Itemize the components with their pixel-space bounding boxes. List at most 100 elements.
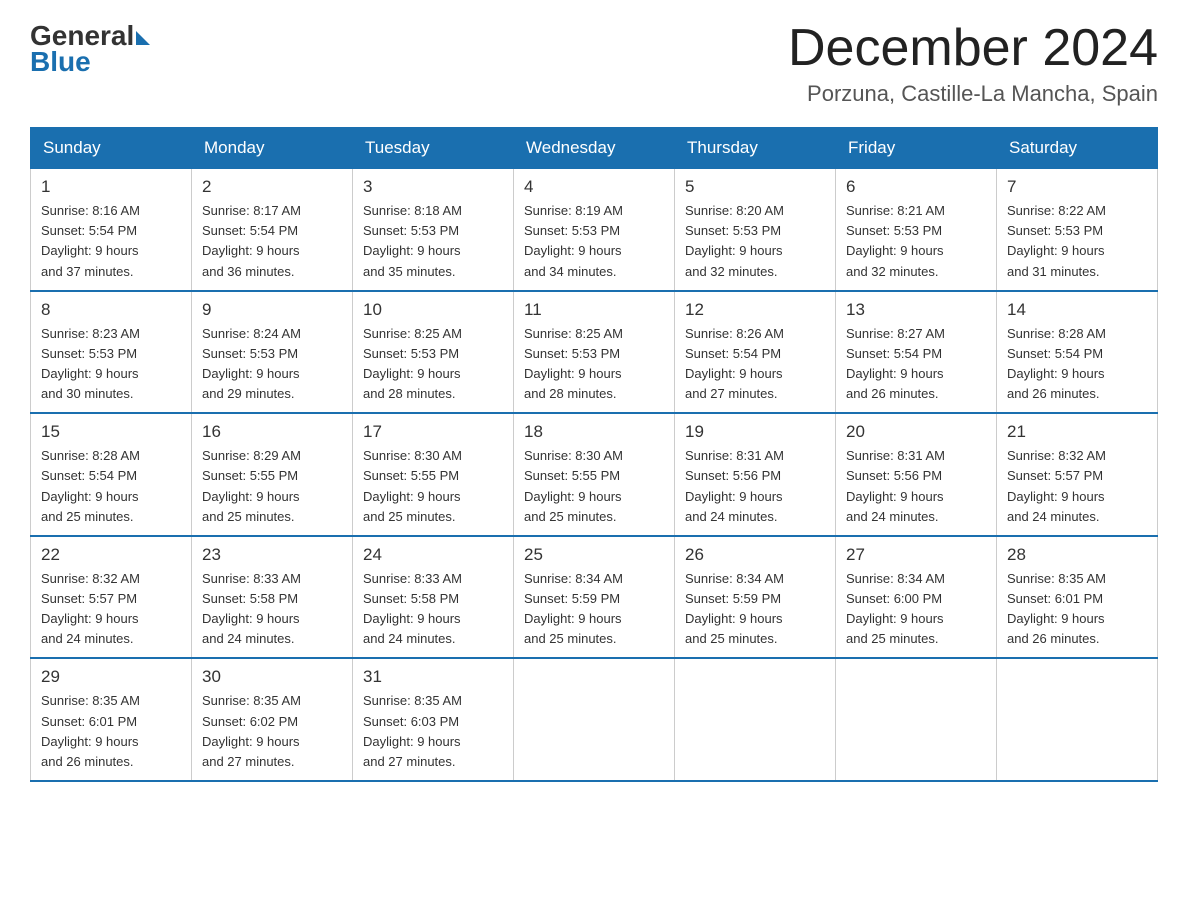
- day-number: 8: [41, 300, 181, 320]
- day-info: Sunrise: 8:34 AM Sunset: 6:00 PM Dayligh…: [846, 569, 986, 650]
- day-info: Sunrise: 8:17 AM Sunset: 5:54 PM Dayligh…: [202, 201, 342, 282]
- day-info: Sunrise: 8:19 AM Sunset: 5:53 PM Dayligh…: [524, 201, 664, 282]
- calendar-cell: 18 Sunrise: 8:30 AM Sunset: 5:55 PM Dayl…: [514, 413, 675, 536]
- calendar-cell: 8 Sunrise: 8:23 AM Sunset: 5:53 PM Dayli…: [31, 291, 192, 414]
- day-number: 23: [202, 545, 342, 565]
- day-info: Sunrise: 8:34 AM Sunset: 5:59 PM Dayligh…: [524, 569, 664, 650]
- day-number: 3: [363, 177, 503, 197]
- day-number: 5: [685, 177, 825, 197]
- day-info: Sunrise: 8:32 AM Sunset: 5:57 PM Dayligh…: [41, 569, 181, 650]
- calendar-cell: 20 Sunrise: 8:31 AM Sunset: 5:56 PM Dayl…: [836, 413, 997, 536]
- day-number: 12: [685, 300, 825, 320]
- calendar-cell: 10 Sunrise: 8:25 AM Sunset: 5:53 PM Dayl…: [353, 291, 514, 414]
- title-section: December 2024 Porzuna, Castille-La Manch…: [788, 20, 1158, 107]
- day-info: Sunrise: 8:22 AM Sunset: 5:53 PM Dayligh…: [1007, 201, 1147, 282]
- day-info: Sunrise: 8:33 AM Sunset: 5:58 PM Dayligh…: [363, 569, 503, 650]
- day-info: Sunrise: 8:23 AM Sunset: 5:53 PM Dayligh…: [41, 324, 181, 405]
- day-number: 11: [524, 300, 664, 320]
- day-number: 19: [685, 422, 825, 442]
- day-number: 27: [846, 545, 986, 565]
- day-info: Sunrise: 8:31 AM Sunset: 5:56 PM Dayligh…: [846, 446, 986, 527]
- calendar-cell: 12 Sunrise: 8:26 AM Sunset: 5:54 PM Dayl…: [675, 291, 836, 414]
- day-number: 6: [846, 177, 986, 197]
- calendar-cell: [514, 658, 675, 781]
- day-info: Sunrise: 8:35 AM Sunset: 6:02 PM Dayligh…: [202, 691, 342, 772]
- calendar-week-row: 15 Sunrise: 8:28 AM Sunset: 5:54 PM Dayl…: [31, 413, 1158, 536]
- day-number: 22: [41, 545, 181, 565]
- day-info: Sunrise: 8:28 AM Sunset: 5:54 PM Dayligh…: [41, 446, 181, 527]
- calendar-cell: 30 Sunrise: 8:35 AM Sunset: 6:02 PM Dayl…: [192, 658, 353, 781]
- day-info: Sunrise: 8:30 AM Sunset: 5:55 PM Dayligh…: [524, 446, 664, 527]
- calendar-cell: 29 Sunrise: 8:35 AM Sunset: 6:01 PM Dayl…: [31, 658, 192, 781]
- day-info: Sunrise: 8:33 AM Sunset: 5:58 PM Dayligh…: [202, 569, 342, 650]
- day-info: Sunrise: 8:21 AM Sunset: 5:53 PM Dayligh…: [846, 201, 986, 282]
- calendar-table: SundayMondayTuesdayWednesdayThursdayFrid…: [30, 127, 1158, 782]
- day-info: Sunrise: 8:35 AM Sunset: 6:01 PM Dayligh…: [41, 691, 181, 772]
- calendar-week-row: 29 Sunrise: 8:35 AM Sunset: 6:01 PM Dayl…: [31, 658, 1158, 781]
- calendar-week-row: 1 Sunrise: 8:16 AM Sunset: 5:54 PM Dayli…: [31, 169, 1158, 291]
- day-info: Sunrise: 8:29 AM Sunset: 5:55 PM Dayligh…: [202, 446, 342, 527]
- calendar-header-saturday: Saturday: [997, 128, 1158, 169]
- calendar-header-tuesday: Tuesday: [353, 128, 514, 169]
- day-info: Sunrise: 8:30 AM Sunset: 5:55 PM Dayligh…: [363, 446, 503, 527]
- calendar-header-wednesday: Wednesday: [514, 128, 675, 169]
- day-info: Sunrise: 8:31 AM Sunset: 5:56 PM Dayligh…: [685, 446, 825, 527]
- day-number: 13: [846, 300, 986, 320]
- location-title: Porzuna, Castille-La Mancha, Spain: [788, 81, 1158, 107]
- page-header: General Blue December 2024 Porzuna, Cast…: [30, 20, 1158, 107]
- day-number: 16: [202, 422, 342, 442]
- calendar-cell: 28 Sunrise: 8:35 AM Sunset: 6:01 PM Dayl…: [997, 536, 1158, 659]
- day-info: Sunrise: 8:32 AM Sunset: 5:57 PM Dayligh…: [1007, 446, 1147, 527]
- calendar-cell: [675, 658, 836, 781]
- day-number: 7: [1007, 177, 1147, 197]
- logo-triangle-icon: [136, 31, 150, 45]
- day-info: Sunrise: 8:27 AM Sunset: 5:54 PM Dayligh…: [846, 324, 986, 405]
- day-info: Sunrise: 8:25 AM Sunset: 5:53 PM Dayligh…: [363, 324, 503, 405]
- calendar-cell: 21 Sunrise: 8:32 AM Sunset: 5:57 PM Dayl…: [997, 413, 1158, 536]
- day-info: Sunrise: 8:18 AM Sunset: 5:53 PM Dayligh…: [363, 201, 503, 282]
- day-number: 28: [1007, 545, 1147, 565]
- calendar-cell: 11 Sunrise: 8:25 AM Sunset: 5:53 PM Dayl…: [514, 291, 675, 414]
- calendar-cell: 3 Sunrise: 8:18 AM Sunset: 5:53 PM Dayli…: [353, 169, 514, 291]
- calendar-week-row: 8 Sunrise: 8:23 AM Sunset: 5:53 PM Dayli…: [31, 291, 1158, 414]
- day-info: Sunrise: 8:34 AM Sunset: 5:59 PM Dayligh…: [685, 569, 825, 650]
- calendar-cell: 2 Sunrise: 8:17 AM Sunset: 5:54 PM Dayli…: [192, 169, 353, 291]
- day-number: 26: [685, 545, 825, 565]
- calendar-cell: 15 Sunrise: 8:28 AM Sunset: 5:54 PM Dayl…: [31, 413, 192, 536]
- calendar-cell: 23 Sunrise: 8:33 AM Sunset: 5:58 PM Dayl…: [192, 536, 353, 659]
- day-number: 17: [363, 422, 503, 442]
- calendar-cell: 13 Sunrise: 8:27 AM Sunset: 5:54 PM Dayl…: [836, 291, 997, 414]
- day-number: 9: [202, 300, 342, 320]
- calendar-cell: 26 Sunrise: 8:34 AM Sunset: 5:59 PM Dayl…: [675, 536, 836, 659]
- day-number: 18: [524, 422, 664, 442]
- calendar-cell: 16 Sunrise: 8:29 AM Sunset: 5:55 PM Dayl…: [192, 413, 353, 536]
- day-number: 24: [363, 545, 503, 565]
- calendar-cell: [836, 658, 997, 781]
- calendar-cell: 7 Sunrise: 8:22 AM Sunset: 5:53 PM Dayli…: [997, 169, 1158, 291]
- day-number: 15: [41, 422, 181, 442]
- calendar-cell: 19 Sunrise: 8:31 AM Sunset: 5:56 PM Dayl…: [675, 413, 836, 536]
- calendar-header-sunday: Sunday: [31, 128, 192, 169]
- calendar-cell: 14 Sunrise: 8:28 AM Sunset: 5:54 PM Dayl…: [997, 291, 1158, 414]
- month-title: December 2024: [788, 20, 1158, 77]
- calendar-cell: 5 Sunrise: 8:20 AM Sunset: 5:53 PM Dayli…: [675, 169, 836, 291]
- day-number: 10: [363, 300, 503, 320]
- day-number: 29: [41, 667, 181, 687]
- calendar-cell: 31 Sunrise: 8:35 AM Sunset: 6:03 PM Dayl…: [353, 658, 514, 781]
- calendar-cell: 24 Sunrise: 8:33 AM Sunset: 5:58 PM Dayl…: [353, 536, 514, 659]
- day-info: Sunrise: 8:24 AM Sunset: 5:53 PM Dayligh…: [202, 324, 342, 405]
- calendar-cell: [997, 658, 1158, 781]
- day-number: 21: [1007, 422, 1147, 442]
- day-info: Sunrise: 8:28 AM Sunset: 5:54 PM Dayligh…: [1007, 324, 1147, 405]
- calendar-cell: 9 Sunrise: 8:24 AM Sunset: 5:53 PM Dayli…: [192, 291, 353, 414]
- day-number: 31: [363, 667, 503, 687]
- day-number: 30: [202, 667, 342, 687]
- calendar-week-row: 22 Sunrise: 8:32 AM Sunset: 5:57 PM Dayl…: [31, 536, 1158, 659]
- calendar-header-monday: Monday: [192, 128, 353, 169]
- calendar-header-thursday: Thursday: [675, 128, 836, 169]
- calendar-cell: 1 Sunrise: 8:16 AM Sunset: 5:54 PM Dayli…: [31, 169, 192, 291]
- day-info: Sunrise: 8:25 AM Sunset: 5:53 PM Dayligh…: [524, 324, 664, 405]
- calendar-cell: 22 Sunrise: 8:32 AM Sunset: 5:57 PM Dayl…: [31, 536, 192, 659]
- day-number: 4: [524, 177, 664, 197]
- day-info: Sunrise: 8:20 AM Sunset: 5:53 PM Dayligh…: [685, 201, 825, 282]
